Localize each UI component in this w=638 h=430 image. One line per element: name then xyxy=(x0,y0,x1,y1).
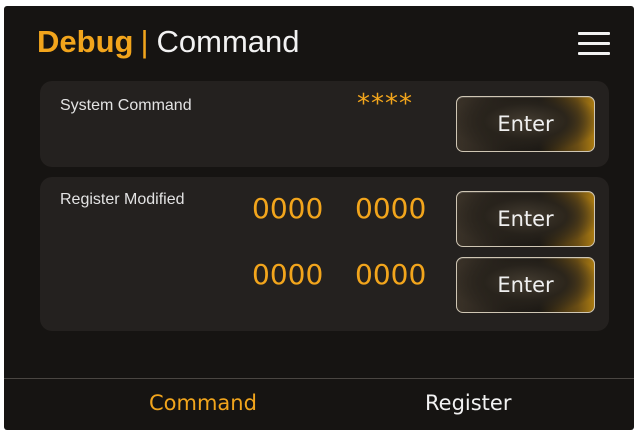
register-value-field[interactable]: 0000 xyxy=(355,259,426,291)
system-command-enter-button[interactable]: Enter xyxy=(456,96,595,152)
register-enter-button[interactable]: Enter xyxy=(456,257,595,313)
title-accent: Debug xyxy=(37,24,134,59)
system-command-value[interactable]: **** xyxy=(357,91,413,117)
header: Debug | Command xyxy=(4,6,634,78)
tab-register[interactable]: Register xyxy=(425,391,511,415)
page-title: Debug | Command xyxy=(37,22,300,62)
menu-line xyxy=(578,32,610,35)
register-modified-label: Register Modified xyxy=(60,191,185,208)
register-address-field[interactable]: 0000 xyxy=(252,193,323,225)
register-address-field[interactable]: 0000 xyxy=(252,259,323,291)
hamburger-menu-icon[interactable] xyxy=(576,29,612,59)
tab-command[interactable]: Command xyxy=(149,391,257,415)
register-enter-button[interactable]: Enter xyxy=(456,191,595,247)
system-command-label: System Command xyxy=(60,97,192,114)
system-command-panel: System Command **** Enter xyxy=(40,81,609,167)
menu-line xyxy=(578,42,610,45)
register-modified-panel: Register Modified 0000 0000 Enter 0000 0… xyxy=(40,177,609,331)
title-main: Command xyxy=(156,24,300,59)
menu-line xyxy=(578,52,610,55)
debug-screen: Debug | Command System Command **** Enter … xyxy=(4,6,634,430)
register-value-field[interactable]: 0000 xyxy=(355,193,426,225)
bottom-tab-bar: Command Register xyxy=(4,379,634,430)
title-separator: | xyxy=(140,24,149,59)
